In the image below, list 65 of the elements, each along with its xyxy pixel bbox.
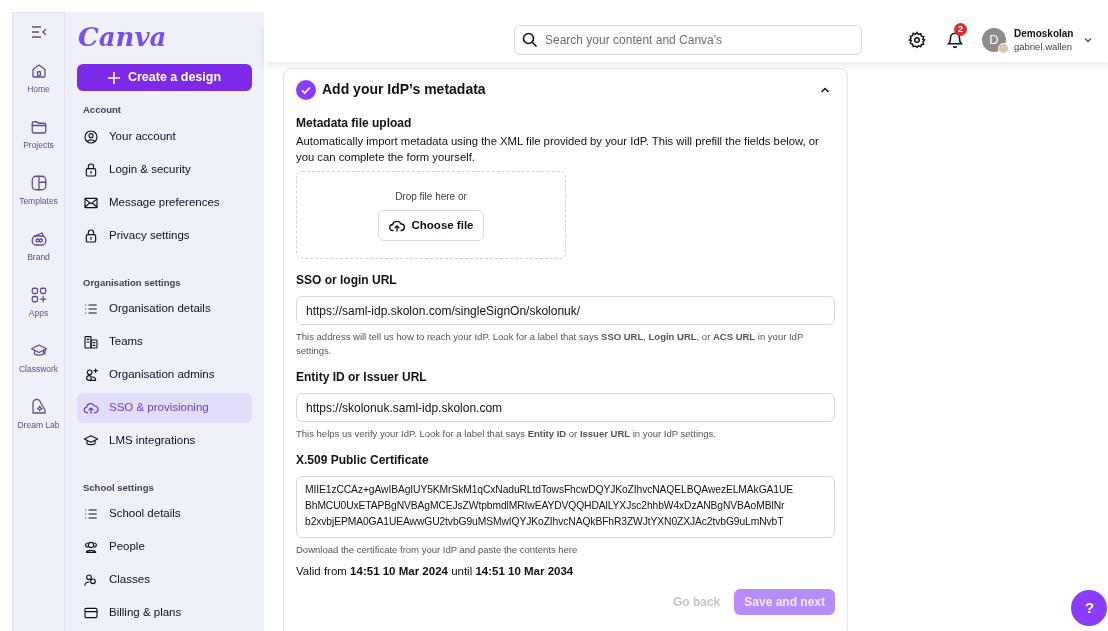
help-text: Download the certificate from your IdP and paste the contents here (296, 543, 579, 557)
lock-icon (83, 161, 99, 178)
list-icon (83, 506, 99, 522)
sidebar-item[interactable]: Teams (77, 326, 252, 357)
sidebar-item[interactable]: Billing & plans (77, 598, 252, 628)
sidebar-item[interactable]: School details (77, 499, 252, 529)
apps-icon (29, 286, 48, 304)
menu-collapse-icon[interactable] (30, 25, 47, 39)
chevron-down-icon[interactable] (1083, 35, 1094, 45)
sidebar-item[interactable]: Message preferences (77, 187, 252, 218)
search-icon (522, 32, 538, 48)
text-field[interactable]: https://skolonuk.saml-idp.skolon.com (296, 393, 835, 422)
section-heading: Organisation settings (82, 275, 182, 290)
search-field[interactable]: Search your content and Canva's (514, 25, 862, 55)
card-icon (83, 605, 99, 621)
certificate-textarea[interactable]: MIIE1zCCAz+gAwIBAgIUY5KMrSkM1qCxNaduRLtdTowsFhcwDQYJKoZIhvcNAQELBQAwezELMAkGA1UE BhMCU0UxETAPBgNVBAgMCEJsZWtpbmdlMRIwEAYDVQQHDAlLYXJsc2hhbW4xDzANBgNVBAoMBlNr b2xvbjEPMA0GA1UEAwwGU2tvbG9uMSMwIQYJKoZIhvcNAQkBFhR3ZWJtYXN0ZXJAc2tvbG9uLmNvbT (296, 476, 835, 538)
field-label: SSO or login URL (296, 272, 398, 289)
rail-item[interactable]: Projects (14, 115, 63, 167)
help-text: This address will tell us how to reach your IdP. Look for a label that says SSO URL, Login URL, or ACS URL in your IdP settings. (296, 330, 805, 358)
field-label: Metadata file upload (296, 115, 413, 132)
drop-text: Drop file here or (395, 190, 467, 204)
notifications-icon[interactable] (946, 31, 964, 49)
canva-logo[interactable]: Canva (77, 22, 167, 52)
section-heading: School settings (82, 480, 155, 495)
cloud-upload-icon (388, 218, 405, 233)
choose-file-button[interactable]: Choose file (377, 210, 485, 241)
rail-item[interactable]: Apps (14, 283, 63, 335)
sidebar-item[interactable]: SSO & provisioning (77, 392, 252, 423)
home-icon (29, 62, 48, 80)
create-design-button[interactable]: Create a design (77, 64, 252, 92)
sidebar-item[interactable]: Login & security (77, 154, 252, 185)
settings-icon[interactable] (908, 31, 926, 49)
sidebar-item[interactable]: People (77, 532, 252, 562)
rail-item[interactable]: Home (14, 59, 63, 111)
help-button[interactable]: ? (1071, 590, 1108, 626)
section-title: Add your IdP’s metadata (322, 80, 486, 99)
validity-text: Valid from 14:51 10 Mar 2024 until 14:51 10 Mar 2034 (296, 564, 575, 580)
rail-item[interactable]: Dream Lab (14, 395, 63, 447)
upload-description: Automatically import metadata using the XML file provided by your IdP. This will prefill the fields below, or you can complete the form yourself. (296, 134, 820, 165)
rail-item[interactable]: Classwork (14, 339, 63, 391)
sidebar-item[interactable]: Organisation details (77, 293, 252, 324)
brand-icon (29, 230, 48, 248)
sidebar-item[interactable]: Your account (77, 121, 252, 152)
help-text: This helps us verify your IdP. Look for a label that says Entity ID or Issuer URL in your IdP settings. (296, 427, 717, 441)
account-name: Demoskolan (1014, 27, 1074, 40)
user-circle-icon (83, 128, 99, 145)
lock-icon (83, 227, 99, 244)
people-plus-icon (83, 366, 99, 383)
plus-icon (107, 71, 120, 84)
folder-icon (29, 118, 48, 136)
field-label: X.509 Public Certificate (296, 452, 430, 469)
sidebar-item[interactable]: Classes (77, 565, 252, 595)
buildings-icon (83, 333, 99, 350)
account-user: gabriel.wallen (1014, 40, 1074, 53)
sidebar-item[interactable]: Privacy settings (77, 220, 252, 251)
rail-item[interactable]: Brand (14, 227, 63, 279)
section-heading: Account (82, 103, 122, 118)
rail-item[interactable]: Templates (14, 171, 63, 223)
text-field[interactable]: https://saml-idp.skolon.com/singleSignOn/skolonuk/ (296, 296, 835, 325)
field-label: Entity ID or Issuer URL (296, 369, 428, 386)
sidebar-item[interactable]: LMS integrations (77, 425, 252, 456)
notification-count: 2 (954, 23, 967, 36)
drop-zone[interactable]: Drop file here or Choose file (296, 171, 566, 259)
layout-icon (29, 174, 48, 192)
sidebar-item[interactable]: Organisation admins (77, 359, 252, 390)
